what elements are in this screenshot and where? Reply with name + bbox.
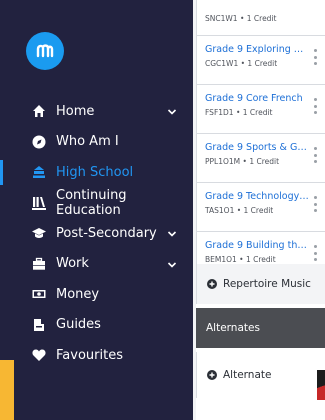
sidebar-item-label: Favourites	[56, 347, 123, 363]
alternates-header: Alternates	[196, 308, 325, 348]
sidebar-item-money[interactable]: Money	[0, 279, 193, 310]
compass-icon	[32, 135, 46, 149]
course-card[interactable]: SNC1W1 • 1 Credit	[197, 0, 325, 36]
alternate-label: Alternate	[223, 369, 272, 381]
add-repertoire-music-button[interactable]: Repertoire Music	[196, 264, 325, 304]
kebab-menu-icon[interactable]	[313, 98, 317, 114]
sidebar-item-home[interactable]: Home	[0, 96, 193, 127]
sidebar-item-favourites[interactable]: Favourites	[0, 340, 193, 371]
course-card[interactable]: Grade 9 Technology ... TAS1O1 • 1 Credit	[197, 183, 325, 232]
course-code: FSF1D1 • 1 Credit	[205, 108, 273, 117]
kebab-menu-icon[interactable]	[313, 245, 317, 261]
course-title[interactable]: Grade 9 Core French	[205, 93, 309, 104]
briefcase-icon	[32, 257, 46, 271]
course-card[interactable]: Grade 9 Core French FSF1D1 • 1 Credit	[197, 85, 325, 134]
m-logo-icon[interactable]	[26, 32, 64, 70]
kebab-menu-icon[interactable]	[313, 49, 317, 65]
sidebar-item-label: Money	[56, 286, 100, 302]
school-icon	[32, 165, 46, 179]
course-title[interactable]: Grade 9 Exploring C...	[205, 44, 309, 55]
course-title[interactable]: Grade 9 Technology ...	[205, 191, 309, 202]
course-code: CGC1W1 • 1 Credit	[205, 59, 278, 68]
add-alternate-button[interactable]: Alternate	[196, 352, 325, 398]
course-code: SNC1W1 • 1 Credit	[205, 14, 277, 23]
kebab-menu-icon[interactable]	[313, 196, 317, 212]
sidebar-item-label: Who Am I	[56, 134, 119, 150]
chevron-down-icon[interactable]	[167, 228, 177, 238]
course-list: SNC1W1 • 1 Credit Grade 9 Exploring C...…	[196, 0, 325, 281]
sidebar-item-work[interactable]: Work	[0, 249, 193, 280]
sidebar-item-label: Guides	[56, 317, 101, 333]
plus-circle-icon	[207, 279, 217, 289]
course-code: PPL1O1M • 1 Credit	[205, 157, 280, 166]
decorative-figure	[317, 370, 325, 400]
institution-icon	[32, 196, 46, 210]
course-code: BEM1O1 • 1 Credit	[205, 255, 276, 264]
sidebar-item-post-secondary[interactable]: Post-Secondary	[0, 218, 193, 249]
guide-icon	[32, 318, 46, 332]
sidebar-item-label: Work	[56, 256, 89, 272]
course-title[interactable]: Grade 9 Building the...	[205, 240, 309, 251]
heart-icon	[32, 348, 46, 362]
plus-circle-icon	[207, 370, 217, 380]
sidebar-item-continuing-education[interactable]: Continuing Education	[0, 188, 193, 219]
course-panel: SNC1W1 • 1 Credit Grade 9 Exploring C...…	[196, 0, 325, 420]
sidebar-nav: Home Who Am I High School Continuing Edu…	[0, 96, 193, 371]
course-code: TAS1O1 • 1 Credit	[205, 206, 274, 215]
alternates-title: Alternates	[206, 322, 260, 334]
chevron-down-icon[interactable]	[167, 259, 177, 269]
course-card[interactable]: Grade 9 Exploring C... CGC1W1 • 1 Credit	[197, 36, 325, 85]
sidebar-item-label: Continuing Education	[56, 187, 127, 218]
house-icon	[32, 104, 46, 118]
sidebar: Home Who Am I High School Continuing Edu…	[0, 0, 193, 420]
sidebar-item-who-am-i[interactable]: Who Am I	[0, 127, 193, 158]
accent-graphic	[0, 360, 14, 420]
sidebar-item-high-school[interactable]: High School	[0, 157, 193, 188]
sidebar-item-guides[interactable]: Guides	[0, 310, 193, 341]
sidebar-item-label: High School	[56, 164, 134, 180]
course-title[interactable]: Grade 9 Sports & Ga...	[205, 142, 309, 153]
sidebar-item-label: Post-Secondary	[56, 225, 157, 241]
money-icon	[32, 287, 46, 301]
sidebar-item-label: Home	[56, 103, 95, 119]
chevron-down-icon[interactable]	[167, 106, 177, 116]
repertoire-music-label: Repertoire Music	[223, 278, 311, 290]
graduation-cap-icon	[32, 226, 46, 240]
kebab-menu-icon[interactable]	[313, 147, 317, 163]
course-card[interactable]: Grade 9 Sports & Ga... PPL1O1M • 1 Credi…	[197, 134, 325, 183]
